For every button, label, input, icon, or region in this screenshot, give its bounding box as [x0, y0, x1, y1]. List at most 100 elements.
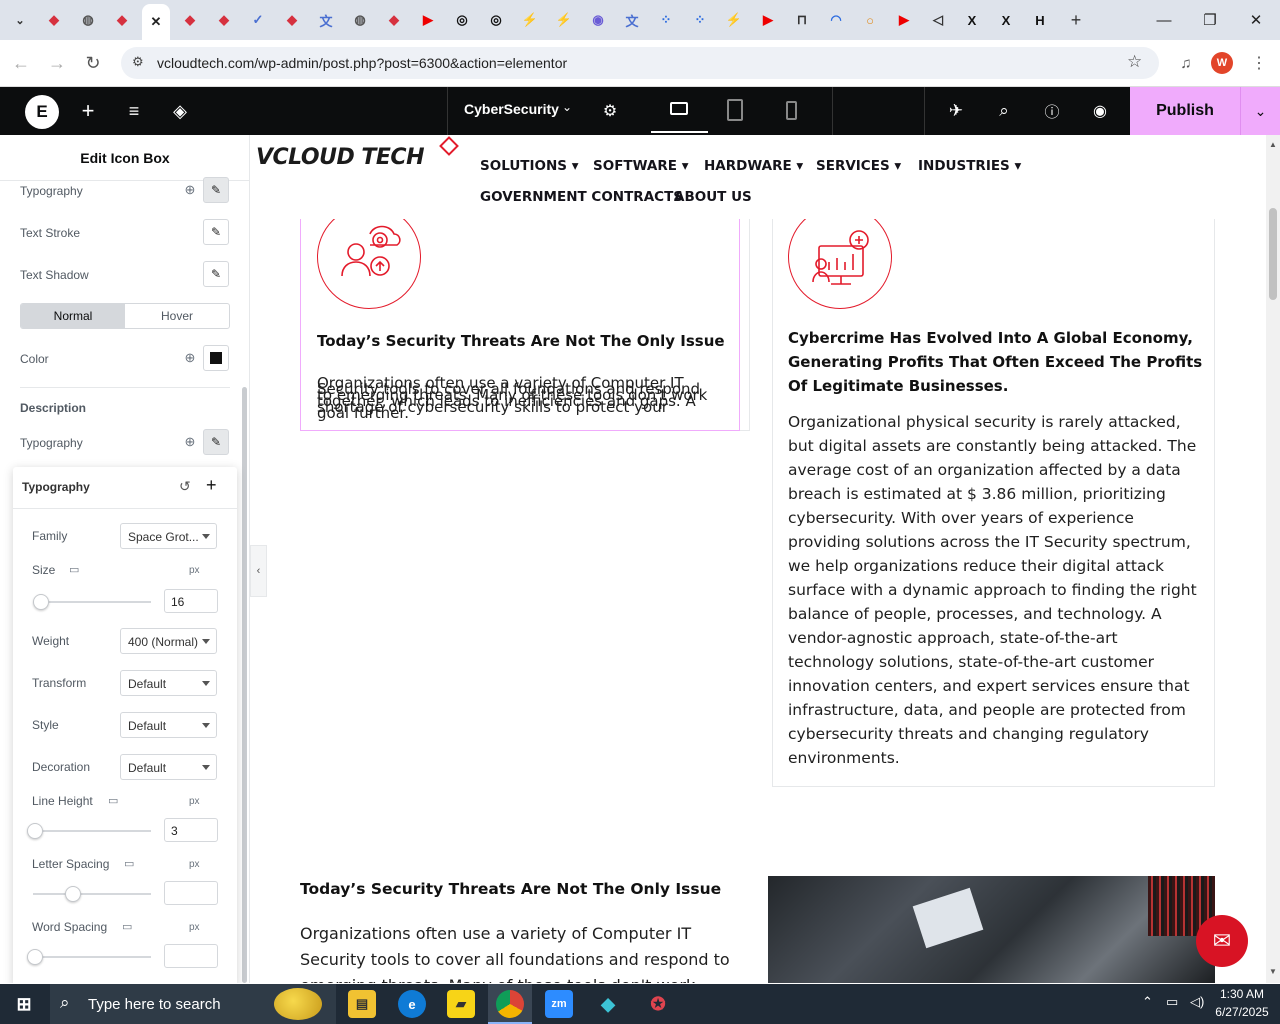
elementor-logo-icon[interactable]: E	[25, 95, 59, 129]
publish-options-chevron-icon[interactable]: ⌄	[1240, 87, 1280, 135]
minimize-icon[interactable]: —	[1146, 8, 1182, 32]
weight-select[interactable]: 400 (Normal)	[120, 628, 217, 654]
letter-spacing-input[interactable]	[164, 881, 218, 905]
browser-tab[interactable]: ○	[856, 6, 884, 34]
reset-icon[interactable]: ↺	[179, 478, 191, 495]
browser-tab[interactable]: ◆	[210, 6, 238, 34]
bookmark-star-icon[interactable]: ☆	[1127, 52, 1142, 72]
chat-bubble-icon[interactable]: ✉	[1196, 915, 1248, 967]
browser-tab[interactable]: ⁘	[686, 6, 714, 34]
browser-tab[interactable]: ◉	[584, 6, 612, 34]
scroll-thumb[interactable]	[1269, 208, 1277, 300]
network-icon[interactable]: ▭	[1166, 994, 1178, 1010]
icon-box-card-selected[interactable]: Today’s Security Threats Are Not The Onl…	[300, 205, 740, 431]
edit-pencil-icon[interactable]: ✎	[203, 219, 229, 245]
line-height-slider[interactable]	[27, 823, 151, 839]
size-input[interactable]: 16	[164, 589, 218, 613]
desktop-icon[interactable]: ▭	[69, 563, 79, 576]
word-spacing-unit[interactable]: px	[189, 922, 200, 933]
browser-tab[interactable]: ◎	[482, 6, 510, 34]
address-bar[interactable]: ⚙ vcloudtech.com/wp-admin/post.php?post=…	[121, 47, 1159, 79]
forward-arrow-icon[interactable]: →	[44, 50, 70, 76]
taskbar-search-box[interactable]: ⌕ Type here to search	[50, 984, 336, 1024]
edit-pencil-icon[interactable]: ✎	[203, 261, 229, 287]
tab-hover[interactable]: Hover	[125, 304, 229, 328]
browser-tab[interactable]: ◍	[74, 6, 102, 34]
browser-tab[interactable]: ▶	[414, 6, 442, 34]
url-text[interactable]: vcloudtech.com/wp-admin/post.php?post=63…	[157, 55, 567, 71]
line-height-unit[interactable]: px	[189, 796, 200, 807]
desktop-icon[interactable]: ▭	[124, 857, 134, 870]
global-icon[interactable]: ⊕	[179, 347, 201, 369]
device-desktop[interactable]	[651, 87, 708, 133]
size-unit[interactable]: px	[189, 565, 200, 576]
app-shield-icon[interactable]: ✪	[644, 990, 672, 1018]
size-slider[interactable]	[33, 594, 151, 610]
edit-pencil-icon[interactable]: ✎	[203, 177, 229, 203]
browser-tab[interactable]: ▶	[890, 6, 918, 34]
browser-tab[interactable]: ⁘	[652, 6, 680, 34]
volume-icon[interactable]: ◁)	[1190, 994, 1204, 1010]
clock-time[interactable]: 1:30 AM	[1212, 987, 1272, 1001]
site-logo[interactable]: VCLOUD TECH	[256, 136, 459, 170]
preview-eye-icon[interactable]: ◉	[1086, 97, 1114, 125]
icon-box-card[interactable]: Cybercrime Has Evolved Into A Global Eco…	[772, 205, 1215, 787]
global-icon[interactable]: ⊕	[179, 179, 201, 201]
help-icon[interactable]: ⓘ	[1038, 97, 1066, 125]
scroll-down-icon[interactable]: ▼	[1269, 967, 1277, 976]
slider-handle[interactable]	[27, 823, 43, 839]
windows-start-icon[interactable]: ⊞	[10, 990, 38, 1018]
structure-layers-icon[interactable]: ◈	[166, 97, 194, 125]
browser-tab[interactable]: ◆	[108, 6, 136, 34]
edge-icon[interactable]: e	[398, 990, 426, 1018]
letter-spacing-slider[interactable]	[33, 886, 151, 902]
family-select[interactable]: Space Grot...	[120, 523, 217, 549]
chevron-down-icon[interactable]: ⌄	[562, 100, 572, 114]
browser-tab[interactable]: ◁	[924, 6, 952, 34]
browser-tab[interactable]: ⊓	[788, 6, 816, 34]
close-icon[interactable]: ✕	[151, 14, 162, 30]
slider-handle[interactable]	[33, 594, 49, 610]
word-spacing-input[interactable]	[164, 944, 218, 968]
site-settings-icon[interactable]: ≡	[120, 97, 148, 125]
browser-tab[interactable]: ◆	[380, 6, 408, 34]
style-select[interactable]: Default	[120, 712, 217, 738]
clock-date[interactable]: 6/27/2025	[1212, 1005, 1272, 1019]
media-control-icon[interactable]: ♫	[1173, 50, 1199, 76]
browser-tab[interactable]: ◆	[176, 6, 204, 34]
browser-tab[interactable]: ⚡	[550, 6, 578, 34]
scroll-up-icon[interactable]: ▲	[1269, 140, 1277, 149]
letter-spacing-unit[interactable]: px	[189, 859, 200, 870]
browser-tab[interactable]: 文	[312, 6, 340, 34]
app-diamond-icon[interactable]: ◆	[594, 990, 622, 1018]
browser-tab[interactable]: ▶	[754, 6, 782, 34]
page-scrollbar[interactable]: ▲ ▼	[1266, 135, 1280, 983]
browser-tab[interactable]: X	[992, 6, 1020, 34]
chrome-taskbar-button[interactable]	[488, 984, 532, 1024]
word-spacing-slider[interactable]	[27, 949, 151, 965]
tray-chevron-up-icon[interactable]: ⌃	[1142, 994, 1153, 1010]
desktop-icon[interactable]: ▭	[122, 920, 132, 933]
nav-menu-item[interactable]: SERVICES ▾	[816, 158, 901, 174]
panel-scrollbar[interactable]	[242, 387, 247, 983]
browser-tab[interactable]: ✕	[142, 4, 170, 40]
collapse-panel-chevron-icon[interactable]: ‹	[250, 545, 267, 597]
decoration-select[interactable]: Default	[120, 754, 217, 780]
global-icon[interactable]: ⊕	[179, 431, 201, 453]
tab-search-dropdown-icon[interactable]: ⌄	[6, 6, 34, 34]
nav-menu-item[interactable]: HARDWARE ▾	[704, 158, 803, 174]
site-info-icon[interactable]: ⚙	[132, 54, 144, 70]
page-settings-gear-icon[interactable]: ⚙	[596, 97, 624, 125]
page-name[interactable]: CyberSecurity	[464, 101, 559, 117]
notifications-rocket-icon[interactable]: ✈	[942, 97, 970, 125]
window-close-icon[interactable]: ✕	[1238, 8, 1274, 32]
browser-tab[interactable]: ⚡	[720, 6, 748, 34]
transform-select[interactable]: Default	[120, 670, 217, 696]
browser-tab[interactable]: ◆	[40, 6, 68, 34]
slider-handle[interactable]	[27, 949, 43, 965]
search-icon[interactable]: ⌕	[990, 97, 1018, 125]
back-arrow-icon[interactable]: ←	[8, 50, 34, 76]
zoom-icon[interactable]: zm	[545, 990, 573, 1018]
browser-tab[interactable]: ✓	[244, 6, 272, 34]
browser-tab[interactable]: ◎	[448, 6, 476, 34]
